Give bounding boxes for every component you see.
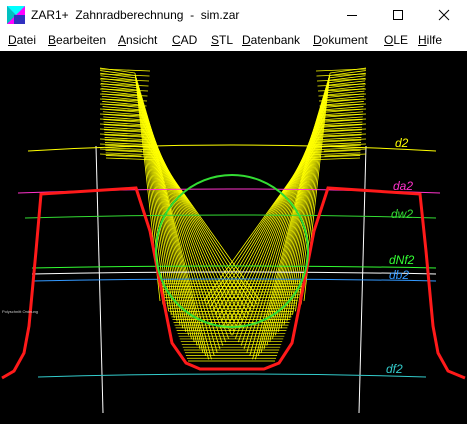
menu-mnemonic: A bbox=[118, 33, 127, 47]
circle-label-db2: db2 bbox=[389, 268, 409, 282]
circle-label-dw2: dw2 bbox=[391, 207, 413, 221]
drawing-canvas[interactable]: d2 da2 dw2 dNf2 db2 df2 Polyschnitt Ordnung bbox=[0, 51, 467, 424]
menu-mnemonic: O bbox=[384, 33, 394, 47]
reference-circle-arc bbox=[37, 373, 427, 378]
zar-app-icon bbox=[7, 6, 25, 24]
close-button[interactable] bbox=[421, 0, 467, 30]
menu-item-bearbeiten[interactable]: Bearbeiten bbox=[48, 33, 106, 47]
envelope-line bbox=[99, 78, 150, 82]
reference-circle-arc bbox=[31, 265, 437, 269]
envelope-line bbox=[315, 68, 367, 72]
menu-label-rest: earbeiten bbox=[56, 33, 107, 47]
tooth-envelope-lines bbox=[95, 67, 367, 414]
envelope-line bbox=[99, 83, 149, 87]
menu-label-rest: okument bbox=[321, 33, 368, 47]
window-title: ZAR1+ Zahnradberechnung - sim.zar bbox=[31, 8, 240, 22]
menu-label-rest: nsicht bbox=[126, 33, 158, 47]
menu-item-ole[interactable]: OLE bbox=[384, 33, 408, 47]
envelope-line bbox=[289, 85, 327, 319]
menu-item-dokument[interactable]: Dokument bbox=[313, 33, 368, 47]
circle-label-dnf2: dNf2 bbox=[389, 253, 415, 267]
minimize-icon bbox=[347, 15, 357, 16]
circle-label-d2: d2 bbox=[395, 136, 409, 150]
menu-mnemonic: D bbox=[8, 33, 17, 47]
menu-mnemonic: D bbox=[242, 33, 251, 47]
title-bar[interactable]: ZAR1+ Zahnradberechnung - sim.zar bbox=[0, 0, 467, 30]
envelope-line bbox=[316, 73, 367, 77]
maximize-button[interactable] bbox=[375, 0, 421, 30]
reference-circle-arc bbox=[31, 271, 437, 275]
menu-item-datei[interactable]: Datei bbox=[8, 33, 36, 47]
menu-item-hilfe[interactable]: Hilfe bbox=[418, 33, 442, 47]
circle-label-df2: df2 bbox=[386, 362, 403, 376]
envelope-line bbox=[144, 107, 201, 350]
app-window: ZAR1+ Zahnradberechnung - sim.zar Datei B… bbox=[0, 0, 467, 424]
menu-label-rest: LE bbox=[393, 33, 409, 47]
menu-label-rest: atei bbox=[16, 33, 37, 47]
minimize-button[interactable] bbox=[329, 0, 375, 30]
menu-label-rest: AD bbox=[180, 33, 198, 47]
envelope-line bbox=[316, 78, 367, 82]
reference-circle-arc bbox=[27, 144, 437, 152]
menu-mnemonic: C bbox=[172, 33, 181, 47]
circle-labels: d2 da2 dw2 dNf2db2 df2 bbox=[386, 136, 415, 376]
close-icon bbox=[438, 9, 450, 21]
reference-circles bbox=[17, 144, 441, 378]
menu-label-rest: TL bbox=[219, 33, 234, 47]
menu-mnemonic: D bbox=[313, 33, 322, 47]
menu-mnemonic: S bbox=[211, 33, 220, 47]
small-annotation: Polyschnitt Ordnung bbox=[2, 309, 38, 314]
gear-drawing: d2 da2 dw2 dNf2db2 df2 Polyschnitt Ordnung bbox=[1, 67, 466, 414]
reference-circle-arc bbox=[24, 214, 437, 219]
menu-item-ansicht[interactable]: Ansicht bbox=[118, 33, 157, 47]
menu-mnemonic: H bbox=[418, 33, 427, 47]
circle-label-da2: da2 bbox=[393, 179, 413, 193]
menu-bar: Datei Bearbeiten Ansicht CAD STL Datenbank Dok… bbox=[0, 30, 467, 51]
menu-label-rest: atenbank bbox=[250, 33, 301, 47]
envelope-line bbox=[99, 68, 151, 72]
menu-label-rest: ilfe bbox=[426, 33, 443, 47]
menu-mnemonic: B bbox=[48, 33, 57, 47]
menu-item-cad[interactable]: CAD bbox=[172, 33, 197, 47]
maximize-icon bbox=[393, 10, 403, 20]
menu-item-stl[interactable]: STL bbox=[211, 33, 233, 47]
menu-item-datenbank[interactable]: Datenbank bbox=[242, 33, 300, 47]
